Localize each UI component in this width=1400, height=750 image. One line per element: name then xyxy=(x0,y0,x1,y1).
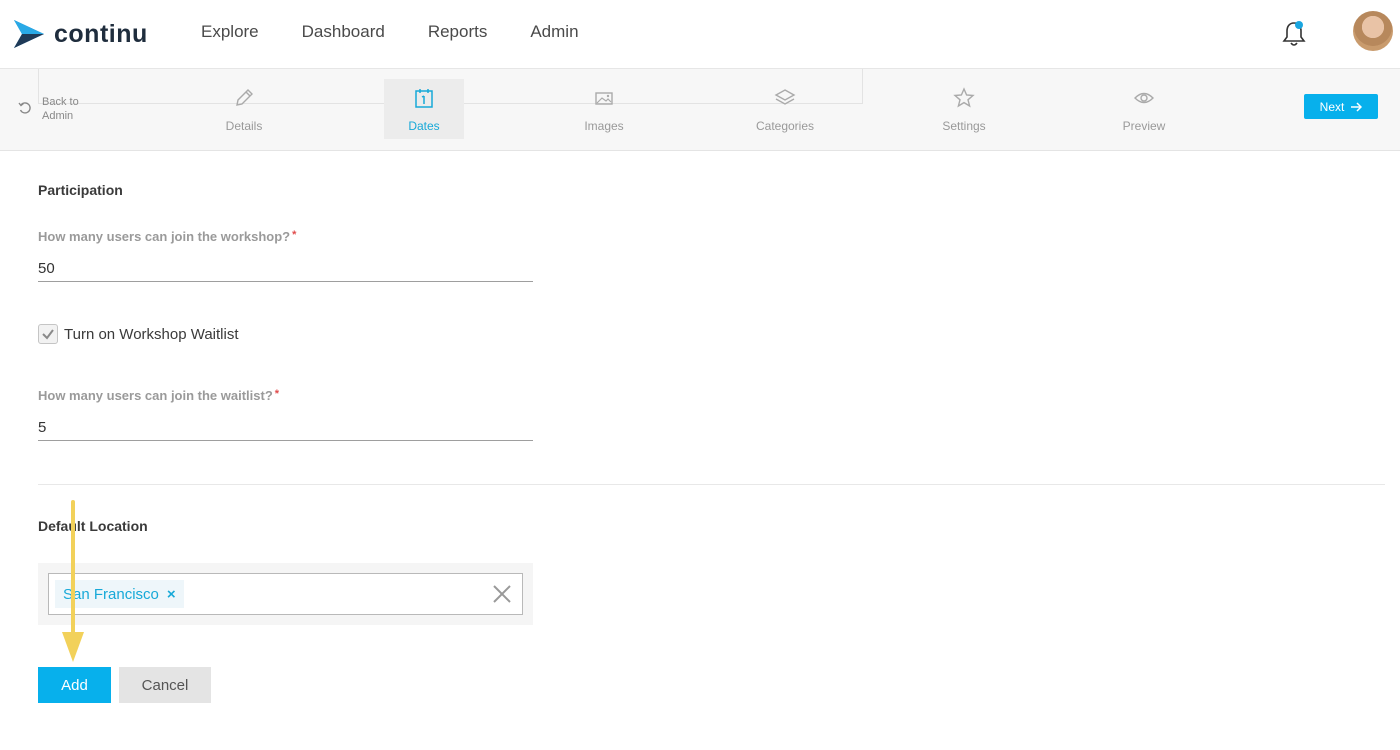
step-preview[interactable]: Preview xyxy=(1104,79,1184,139)
participation-heading: Participation xyxy=(38,182,123,198)
next-button[interactable]: Next xyxy=(1304,94,1378,119)
nav-item-reports[interactable]: Reports xyxy=(428,22,488,42)
location-select[interactable]: San Francisco × xyxy=(48,573,523,615)
back-label: Back to Admin xyxy=(42,96,79,122)
eye-icon xyxy=(1134,92,1154,104)
step-label: Details xyxy=(225,119,263,133)
pencil-icon xyxy=(236,89,253,106)
cancel-button[interactable]: Cancel xyxy=(119,667,211,703)
step-details[interactable]: Details xyxy=(204,79,284,139)
remove-tag-icon[interactable]: × xyxy=(167,586,176,603)
capacity-input[interactable] xyxy=(38,256,533,282)
location-tag: San Francisco × xyxy=(55,580,184,608)
step-images[interactable]: Images xyxy=(564,79,644,139)
next-label: Next xyxy=(1319,99,1345,114)
add-button[interactable]: Add xyxy=(38,667,111,703)
nav-item-dashboard[interactable]: Dashboard xyxy=(302,22,385,42)
step-label: Settings xyxy=(942,119,986,133)
location-select-wrapper: San Francisco × xyxy=(38,563,533,625)
nav-item-admin[interactable]: Admin xyxy=(530,22,578,42)
continu-logo-icon xyxy=(14,20,44,48)
step-label: Categories xyxy=(755,119,815,133)
step-label: Images xyxy=(584,119,624,133)
step-dates[interactable]: Dates xyxy=(384,79,464,139)
image-icon xyxy=(595,92,613,105)
notification-badge xyxy=(1295,21,1303,29)
layers-icon xyxy=(774,89,796,105)
capacity-label: How many users can join the workshop? * xyxy=(38,229,296,244)
bell-icon[interactable] xyxy=(1281,20,1307,48)
waitlist-checkbox-label: Turn on Workshop Waitlist xyxy=(64,325,239,343)
location-heading: Default Location xyxy=(38,518,148,534)
waitlist-capacity-label: How many users can join the waitlist? * xyxy=(38,388,279,403)
capacity-label-text: How many users can join the workshop? xyxy=(38,229,291,244)
nav-item-explore[interactable]: Explore xyxy=(201,22,259,42)
section-divider xyxy=(38,484,1385,485)
waitlist-checkbox[interactable] xyxy=(38,324,58,344)
step-bar: Back to Admin Details Dates Images Categ… xyxy=(0,69,1400,151)
brand-name: continu xyxy=(54,19,148,48)
top-navbar: continu Explore Dashboard Reports Admin xyxy=(0,0,1400,69)
required-marker: * xyxy=(274,388,280,400)
undo-icon xyxy=(18,102,31,114)
step-categories[interactable]: Categories xyxy=(745,79,825,139)
step-label: Preview xyxy=(1122,119,1166,133)
calendar-icon xyxy=(415,89,433,108)
arrow-right-icon xyxy=(1351,101,1363,112)
brand-logo[interactable]: continu xyxy=(12,17,148,51)
main-nav: Explore Dashboard Reports Admin xyxy=(201,22,622,42)
clear-icon[interactable] xyxy=(492,584,512,604)
waitlist-label-text: How many users can join the waitlist? xyxy=(38,388,273,403)
back-to-admin-link[interactable]: Back to Admin xyxy=(18,95,86,123)
step-settings[interactable]: Settings xyxy=(924,79,1004,139)
required-marker: * xyxy=(292,229,297,241)
waitlist-toggle[interactable]: Turn on Workshop Waitlist xyxy=(38,324,239,344)
checkmark-icon xyxy=(42,329,54,340)
waitlist-capacity-input[interactable] xyxy=(38,415,533,441)
star-icon xyxy=(953,87,975,108)
avatar[interactable] xyxy=(1353,11,1393,51)
location-tag-label: San Francisco xyxy=(63,585,159,603)
step-label: Dates xyxy=(408,119,440,133)
